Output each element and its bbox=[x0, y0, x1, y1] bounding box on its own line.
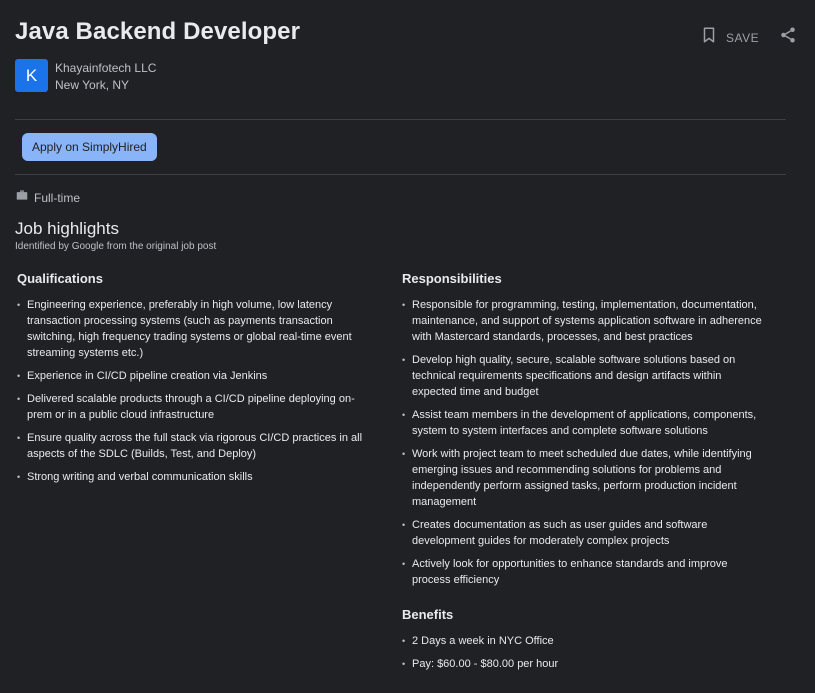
save-label: SAVE bbox=[726, 30, 760, 45]
company-info: Khayainfotech LLC New York, NY bbox=[55, 60, 156, 94]
list-item: Delivered scalable products through a CI… bbox=[17, 391, 373, 423]
save-button[interactable]: SAVE bbox=[700, 26, 759, 49]
section-title: Benefits bbox=[402, 607, 454, 622]
list-item: 2 Days a week in NYC Office bbox=[402, 633, 768, 649]
job-title: Java Backend Developer bbox=[15, 18, 301, 45]
responsibilities-list: Responsible for programming, testing, im… bbox=[402, 297, 782, 588]
list-item: Assist team members in the development o… bbox=[402, 407, 768, 439]
share-icon bbox=[779, 26, 797, 49]
list-item: Ensure quality across the full stack via… bbox=[17, 430, 373, 462]
highlights-subtitle: Identified by Google from the original j… bbox=[15, 241, 217, 252]
list-item: Experience in CI/CD pipeline creation vi… bbox=[17, 368, 373, 384]
benefits-section: Benefits 2 Days a week in NYC Office Pay… bbox=[402, 606, 782, 672]
bookmark-icon bbox=[700, 26, 718, 49]
apply-button[interactable]: Apply on SimplyHired bbox=[22, 133, 157, 161]
job-location: New York, NY bbox=[55, 78, 130, 92]
list-item: Creates documentation as such as user gu… bbox=[402, 517, 768, 549]
benefits-list: 2 Days a week in NYC Office Pay: $60.00 … bbox=[402, 633, 782, 672]
qualifications-section: Qualifications Engineering experience, p… bbox=[17, 270, 397, 492]
list-item: Engineering experience, preferably in hi… bbox=[17, 297, 373, 361]
company-name: Khayainfotech LLC bbox=[55, 61, 157, 75]
list-item: Work with project team to meet scheduled… bbox=[402, 446, 768, 510]
divider bbox=[15, 119, 786, 120]
job-type: Full-time bbox=[15, 188, 80, 207]
qualifications-list: Engineering experience, preferably in hi… bbox=[17, 297, 397, 485]
highlights-title: Job highlights bbox=[15, 219, 119, 238]
job-actions: SAVE bbox=[700, 26, 797, 49]
divider bbox=[15, 174, 786, 175]
section-title: Qualifications bbox=[17, 271, 103, 286]
briefcase-icon bbox=[15, 188, 29, 207]
responsibilities-section: Responsibilities Responsible for program… bbox=[402, 270, 782, 679]
list-item: Pay: $60.00 - $80.00 per hour bbox=[402, 656, 768, 672]
company-avatar: K bbox=[15, 59, 48, 92]
list-item: Strong writing and verbal communication … bbox=[17, 469, 373, 485]
list-item: Actively look for opportunities to enhan… bbox=[402, 556, 768, 588]
section-title: Responsibilities bbox=[402, 271, 502, 286]
list-item: Develop high quality, secure, scalable s… bbox=[402, 352, 768, 400]
share-button[interactable] bbox=[779, 26, 797, 49]
list-item: Responsible for programming, testing, im… bbox=[402, 297, 768, 345]
job-type-label: Full-time bbox=[34, 190, 81, 205]
